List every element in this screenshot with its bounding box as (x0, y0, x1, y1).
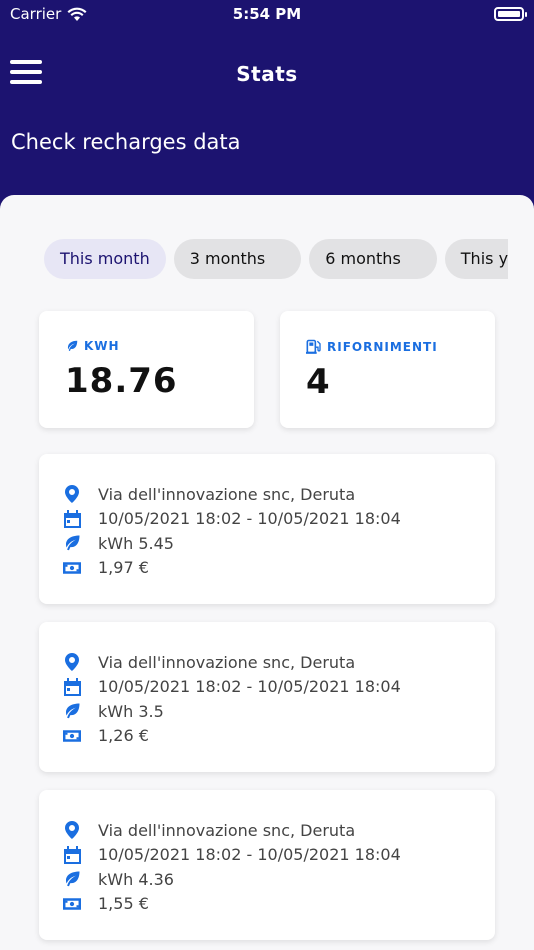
refuels-stat-card: RIFORNIMENTI 4 (280, 311, 495, 428)
recharge-cost-row: 1,97 € (63, 556, 471, 581)
refuels-stat-label-row: RIFORNIMENTI (306, 339, 469, 354)
recharge-location: Via dell'innovazione snc, Deruta (98, 820, 356, 840)
leaf-icon (63, 534, 81, 552)
banknote-icon (63, 559, 81, 577)
calendar-icon (63, 677, 81, 696)
map-pin-icon (63, 653, 81, 672)
status-bar: Carrier 5:54 PM (0, 0, 534, 28)
banknote-icon (63, 895, 81, 913)
recharge-energy-row: kWh 4.36 (63, 867, 471, 892)
recharge-date-row: 10/05/2021 18:02 - 10/05/2021 18:04 (63, 507, 471, 532)
recharge-period: 10/05/2021 18:02 - 10/05/2021 18:04 (98, 845, 401, 865)
battery-icon (494, 7, 527, 21)
fuel-pump-icon (306, 339, 321, 354)
page-title: Stats (236, 62, 298, 86)
kwh-stat-value: 18.76 (65, 361, 178, 401)
chip-this-month[interactable]: This month (44, 239, 166, 279)
nav-bar: Stats (0, 44, 534, 104)
recharge-cost: 1,97 € (98, 558, 149, 578)
recharge-energy-row: kWh 5.45 (63, 531, 471, 556)
period-filter-chips: This month3 months6 monthsThis year (44, 239, 508, 281)
recharge-cost-row: 1,55 € (63, 892, 471, 917)
banknote-icon (63, 727, 81, 745)
recharge-cost-row: 1,26 € (63, 724, 471, 749)
calendar-icon (63, 509, 81, 528)
recharge-energy: kWh 5.45 (98, 533, 174, 553)
leaf-icon (63, 702, 81, 720)
recharge-card[interactable]: Via dell'innovazione snc, Deruta 10/05/2… (39, 622, 495, 772)
recharge-period: 10/05/2021 18:02 - 10/05/2021 18:04 (98, 509, 401, 529)
recharge-location: Via dell'innovazione snc, Deruta (98, 484, 356, 504)
recharge-date-row: 10/05/2021 18:02 - 10/05/2021 18:04 (63, 675, 471, 700)
recharge-period: 10/05/2021 18:02 - 10/05/2021 18:04 (98, 677, 401, 697)
kwh-stat-card: KWH 18.76 (39, 311, 254, 428)
leaf-icon (63, 870, 81, 888)
calendar-icon (63, 845, 81, 864)
recharge-cost: 1,55 € (98, 894, 149, 914)
leaf-icon (67, 340, 78, 351)
map-pin-icon (63, 821, 81, 840)
refuels-stat-value: 4 (306, 362, 331, 402)
wifi-icon (67, 7, 87, 21)
chip-this-year[interactable]: This year (444, 239, 508, 279)
hamburger-icon[interactable] (10, 60, 42, 84)
refuels-stat-label: RIFORNIMENTI (327, 339, 438, 354)
recharge-card[interactable]: Via dell'innovazione snc, Deruta 10/05/2… (39, 454, 495, 604)
recharge-date-row: 10/05/2021 18:02 - 10/05/2021 18:04 (63, 843, 471, 868)
kwh-stat-label: KWH (84, 339, 120, 353)
recharge-energy: kWh 3.5 (98, 701, 164, 721)
map-pin-icon (63, 485, 81, 504)
recharge-energy: kWh 4.36 (98, 869, 174, 889)
content-sheet: This month3 months6 monthsThis year KWH … (0, 195, 534, 950)
kwh-stat-label-row: KWH (65, 339, 228, 353)
recharge-location: Via dell'innovazione snc, Deruta (98, 652, 356, 672)
chip-3-months[interactable]: 3 months (173, 239, 302, 279)
recharge-location-row: Via dell'innovazione snc, Deruta (63, 818, 471, 843)
recharge-location-row: Via dell'innovazione snc, Deruta (63, 650, 471, 675)
recharge-energy-row: kWh 3.5 (63, 699, 471, 724)
recharge-cost: 1,26 € (98, 726, 149, 746)
recharge-card[interactable]: Via dell'innovazione snc, Deruta 10/05/2… (39, 790, 495, 940)
page-subtitle: Check recharges data (11, 130, 241, 154)
chip-6-months[interactable]: 6 months (309, 239, 437, 279)
recharge-location-row: Via dell'innovazione snc, Deruta (63, 482, 471, 507)
carrier-label: Carrier (10, 5, 62, 23)
carrier-group: Carrier (10, 5, 87, 23)
